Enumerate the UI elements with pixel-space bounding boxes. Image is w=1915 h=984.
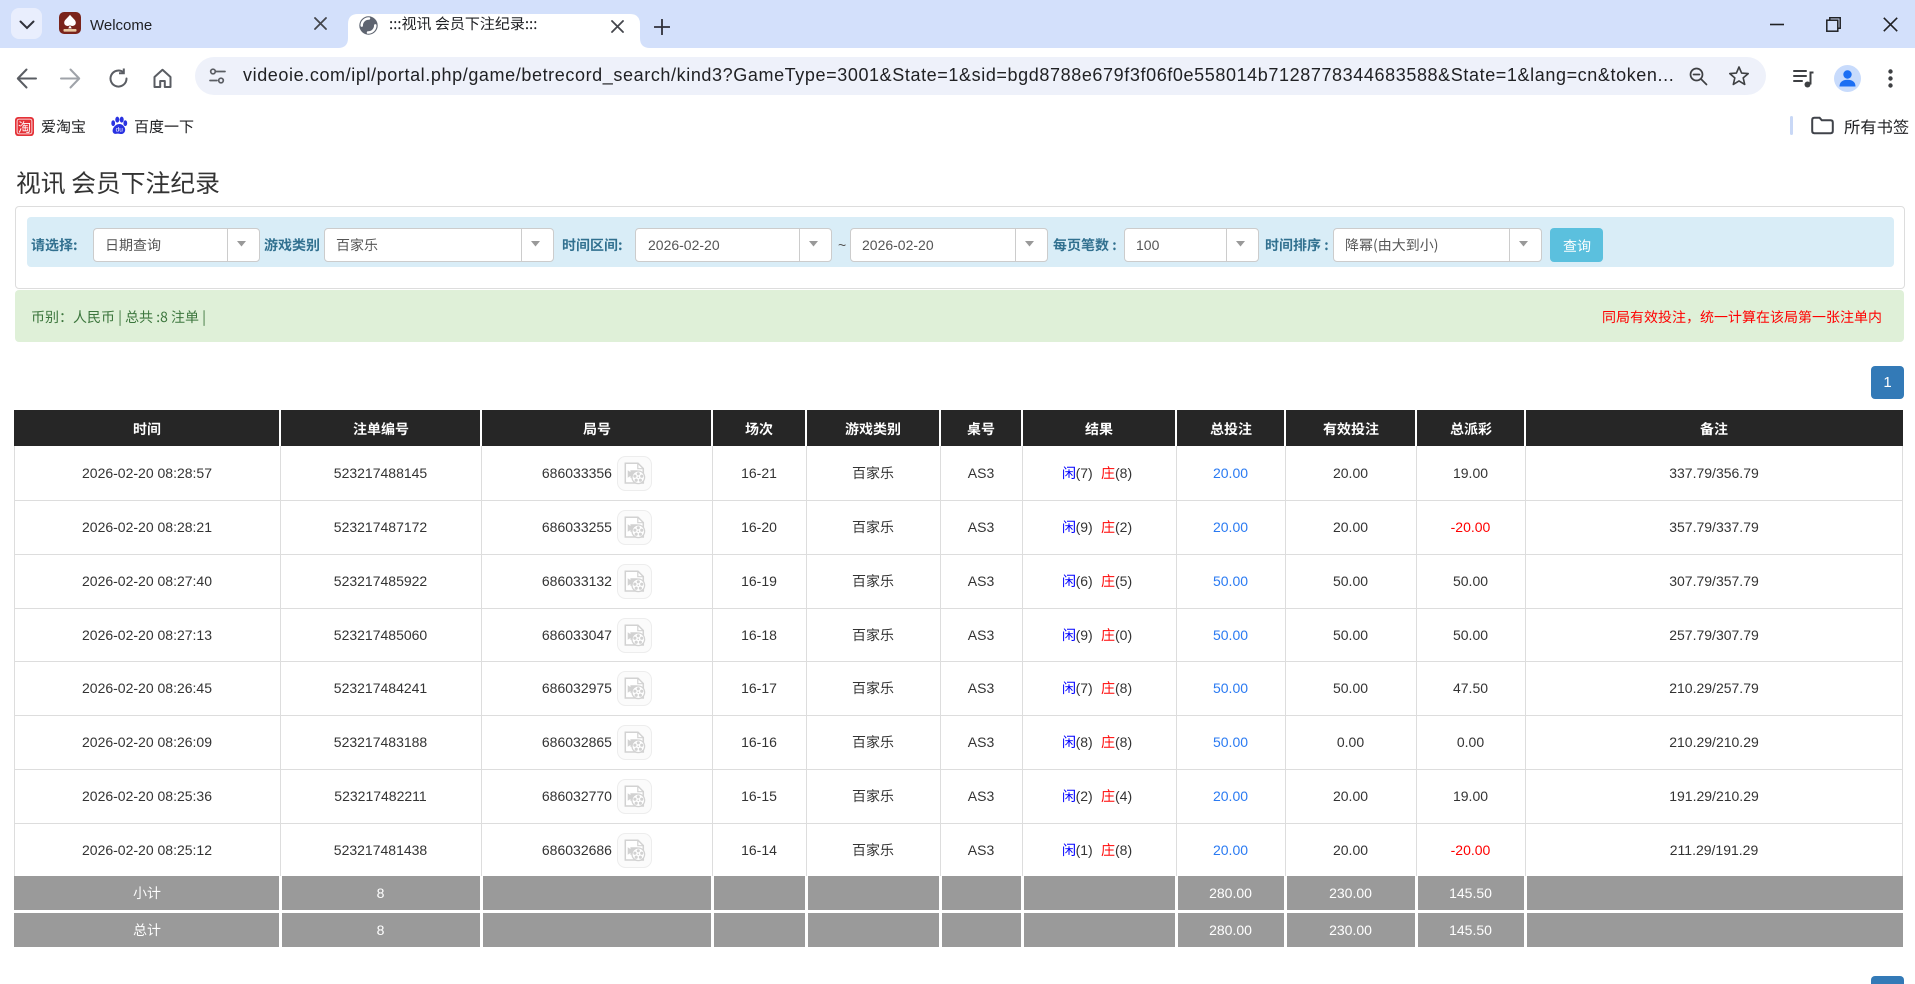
svg-text:du: du: [116, 127, 124, 134]
